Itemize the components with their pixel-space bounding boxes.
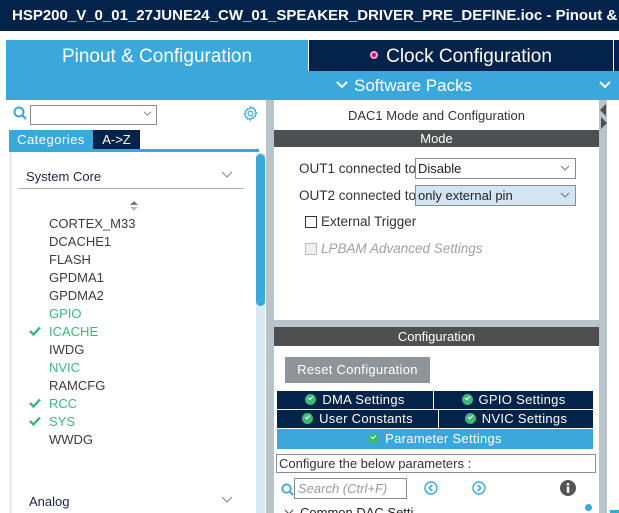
panel-splitter[interactable]	[266, 100, 274, 513]
reset-configuration-button[interactable]: Reset Configuration	[285, 357, 430, 383]
chevron-down-icon[interactable]	[599, 81, 611, 89]
chevron-down-icon[interactable]	[221, 171, 233, 179]
configuration-section: Configuration Reset Configuration DMA Se…	[274, 327, 599, 513]
tab-a-to-z[interactable]: A->Z	[93, 130, 140, 149]
list-item-ramcfg[interactable]: RAMCFG	[49, 378, 105, 393]
out1-select[interactable]: Disable	[415, 158, 576, 179]
out2-select[interactable]: only external pin	[415, 185, 576, 206]
search-icon	[281, 483, 294, 496]
tab-gpio-settings[interactable]: GPIO Settings	[434, 391, 593, 409]
list-item-icache[interactable]: ICACHE	[29, 324, 98, 339]
out2-label: OUT2 connected to	[299, 188, 417, 203]
next-icon[interactable]	[472, 481, 486, 495]
check-circle-icon	[461, 394, 473, 405]
collapse-left-icon[interactable]	[600, 104, 606, 116]
scroll-indicator	[585, 504, 592, 511]
search-input[interactable]	[30, 105, 157, 125]
chevron-down-icon	[336, 81, 348, 89]
check-circle-icon	[302, 413, 314, 424]
tab-clock-configuration[interactable]: Clock Configuration	[309, 40, 613, 71]
tab-nvic-settings[interactable]: NVIC Settings	[439, 410, 593, 428]
external-trigger-checkbox[interactable]	[305, 216, 317, 228]
tab-user-constants[interactable]: User Constants	[277, 410, 438, 428]
tab-overflow[interactable]	[614, 40, 619, 71]
tab-categories[interactable]: Categories	[9, 130, 93, 149]
tab-pinout-label: Pinout & Configuration	[61, 46, 253, 67]
common-dac-settings-group[interactable]: Common DAC Setti	[284, 505, 413, 513]
chevron-down-icon	[560, 165, 570, 171]
right-panel: DAC1 Mode and Configuration Mode OUT1 co…	[274, 100, 599, 513]
previous-icon[interactable]	[424, 481, 438, 495]
software-packs-bar: Software Packs	[6, 71, 619, 100]
list-item-sys[interactable]: SYS	[29, 414, 75, 429]
info-icon[interactable]	[560, 480, 576, 496]
mode-section: DAC1 Mode and Configuration Mode OUT1 co…	[274, 100, 599, 320]
list-item-flash[interactable]: FLASH	[49, 252, 91, 267]
category-divider	[18, 188, 244, 189]
chevron-down-icon[interactable]	[221, 496, 233, 504]
list-item-dcache1[interactable]: DCACHE1	[49, 234, 111, 249]
search-icon	[13, 106, 27, 120]
window-title: HSP200_V_0_01_27JUNE24_CW_01_SPEAKER_DRI…	[0, 0, 619, 31]
out1-label: OUT1 connected to	[299, 161, 417, 176]
tab-parameter-settings[interactable]: Parameter Settings	[277, 429, 593, 449]
list-item-iwdg[interactable]: IWDG	[49, 342, 84, 357]
tab-pinout-configuration[interactable]: Pinout & Configuration	[6, 40, 308, 71]
lpbam-label: LPBAM Advanced Settings	[321, 241, 483, 256]
check-circle-icon	[464, 413, 476, 424]
software-packs-label: Software Packs	[354, 76, 473, 95]
list-item-gpio[interactable]: GPIO	[49, 306, 82, 321]
list-item-wwdg[interactable]: WWDG	[49, 432, 93, 447]
tab-clock-label: Clock Configuration	[386, 46, 552, 67]
mode-header: Mode	[274, 130, 599, 147]
check-icon	[29, 326, 41, 336]
external-trigger-label[interactable]: External Trigger	[321, 214, 416, 229]
sort-icon[interactable]	[130, 201, 138, 211]
list-item-rcc[interactable]: RCC	[29, 396, 77, 411]
software-packs-menu[interactable]: Software Packs	[336, 76, 472, 96]
title-spacer	[0, 31, 619, 40]
check-circle-icon	[305, 394, 317, 405]
chevron-down-icon	[284, 509, 294, 513]
check-icon	[29, 416, 41, 426]
expand-right-icon[interactable]	[601, 117, 607, 129]
tab-dma-settings[interactable]: DMA Settings	[277, 391, 433, 409]
parameter-search-input[interactable]: Search (Ctrl+F)	[294, 478, 407, 499]
collapse-bar[interactable]	[599, 100, 607, 513]
list-item-nvic[interactable]: NVIC	[49, 360, 80, 375]
check-circle-icon	[368, 433, 380, 444]
list-item-gpdma1[interactable]: GPDMA1	[49, 270, 104, 285]
chevron-down-icon	[560, 192, 570, 198]
category-system-core[interactable]: System Core	[26, 169, 101, 184]
unsaved-indicator-icon	[370, 51, 379, 59]
list-item-gpdma2[interactable]: GPDMA2	[49, 288, 104, 303]
scrollbar-thumb[interactable]	[256, 154, 265, 306]
left-panel: Categories A->Z System Core CORTEX_M33 D…	[6, 100, 266, 513]
lpbam-checkbox	[305, 243, 317, 255]
parameters-hint: Configure the below parameters :	[276, 454, 596, 473]
chevron-down-icon	[143, 111, 152, 116]
list-item-cortex-m33[interactable]: CORTEX_M33	[49, 216, 135, 231]
configuration-header: Configuration	[274, 327, 599, 346]
gear-icon[interactable]	[242, 105, 259, 122]
panel-title: DAC1 Mode and Configuration	[347, 108, 526, 123]
check-icon	[29, 398, 41, 408]
category-analog[interactable]: Analog	[29, 494, 69, 509]
